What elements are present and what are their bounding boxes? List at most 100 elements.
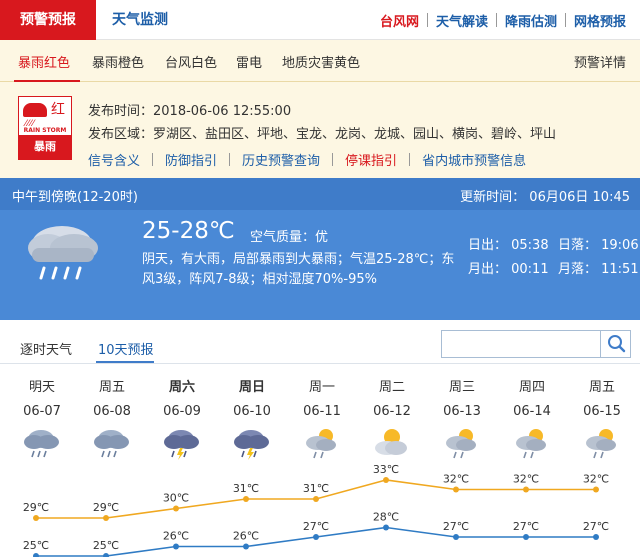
link-provincial-warnings[interactable]: 省内城市预警信息	[422, 150, 526, 169]
link-signal-meaning[interactable]: 信号含义	[88, 150, 140, 169]
tab-warning-forecast[interactable]: 预警预报	[0, 0, 96, 40]
low-temp-point	[313, 534, 319, 540]
release-area-label: 发布区域：	[88, 127, 154, 142]
moonset: 月落： 11:51	[558, 262, 639, 277]
link-grid-forecast[interactable]: 网格预报	[566, 11, 634, 30]
day-weekday: 周二	[378, 380, 405, 395]
high-temp-label: 29℃	[93, 501, 119, 514]
forecast-period: 中午到傍晚(12-20时)	[12, 190, 138, 205]
high-temp-point	[243, 496, 249, 502]
signal-en-text: RAIN STORM	[23, 127, 67, 134]
warning-tab-geo-yellow[interactable]: 地质灾害黄色	[282, 52, 360, 71]
warning-tabs: 暴雨红色 暴雨橙色 台风白色 雷电 地质灾害黄色 预警详情	[0, 40, 640, 82]
link-history-query[interactable]: 历史预警查询	[242, 150, 320, 169]
tab-weather-monitoring[interactable]: 天气监测	[112, 0, 168, 40]
tab-hourly[interactable]: 逐时天气	[20, 339, 72, 358]
low-temp-point	[173, 543, 179, 550]
rainstorm-red-signal-icon: ⁄⁄⁄⁄ 红 RAIN STORM 暴雨	[18, 96, 72, 160]
signal-level: 红	[51, 102, 65, 118]
release-area-row: 发布区域：罗湖区、盐田区、坪地、宝龙、龙岗、龙城、园山、横岗、碧岭、坪山	[88, 123, 556, 142]
link-school-closure-guide[interactable]: 停课指引	[345, 150, 397, 169]
rain-cloud-icon	[22, 426, 60, 460]
warning-details-link[interactable]: 预警详情	[574, 52, 626, 71]
signal-cn-text: 暴雨	[19, 135, 71, 159]
link-defense-guide[interactable]: 防御指引	[165, 150, 217, 169]
high-temp-label: 33℃	[373, 463, 399, 476]
sun-cloud-rain-icon	[302, 426, 340, 460]
sun-cloud-icon	[372, 426, 410, 460]
cloud-shape	[23, 103, 47, 117]
warning-links: 信号含义 防御指引 历史预警查询 停课指引 省内城市预警信息	[88, 150, 526, 169]
divider	[152, 153, 154, 166]
link-rain-estimate[interactable]: 降雨估测	[497, 11, 565, 30]
day-date: 06-14	[513, 404, 551, 419]
day-weekday: 周三	[448, 380, 475, 395]
thunder-rain-icon	[232, 426, 270, 460]
high-temp-label: 30℃	[163, 492, 189, 505]
tab-10-day[interactable]: 10天预报	[98, 339, 154, 358]
release-area-value: 罗湖区、盐田区、坪地、宝龙、龙岗、龙城、园山、横岗、碧岭、坪山	[153, 127, 557, 142]
high-temp-label: 31℃	[233, 482, 259, 495]
top-nav: 预警预报 天气监测 台风网 天气解读 降雨估测 网格预报	[0, 0, 640, 40]
high-temp-label: 29℃	[23, 501, 49, 514]
day-weekday: 周五	[98, 380, 125, 395]
air-quality: 空气质量：优	[250, 226, 328, 245]
day-date: 06-15	[583, 404, 621, 419]
moonrise: 月出： 00:11	[468, 262, 549, 277]
search-button[interactable]	[600, 331, 630, 357]
low-temp-point	[593, 534, 599, 540]
high-temp-point	[593, 486, 599, 493]
low-temp-label: 26℃	[233, 530, 259, 543]
divider	[229, 153, 231, 166]
release-time-row: 发布时间：2018-06-06 12:55:00	[88, 100, 291, 119]
low-temp-point	[523, 534, 529, 540]
warning-tab-typhoon-white[interactable]: 台风白色	[165, 52, 217, 71]
temperature-range: 25-28℃	[142, 218, 235, 244]
warning-tab-rainstorm-red[interactable]: 暴雨红色	[18, 52, 70, 71]
day-weekday: 周五	[588, 380, 615, 395]
link-weather-analysis[interactable]: 天气解读	[428, 11, 496, 30]
temperature-chart: 29℃ 29℃ 30℃ 31℃ 31℃ 33℃ 32℃ 32℃ 32℃ 25℃ 25℃ 26℃ 26℃ 2…	[23, 463, 609, 557]
warning-tab-thunder[interactable]: 雷电	[236, 52, 262, 71]
low-temp-point	[103, 553, 109, 557]
low-temp-label: 27℃	[583, 520, 609, 533]
day-date: 06-09	[163, 404, 201, 419]
low-temp-label: 27℃	[303, 520, 329, 533]
high-temp-label: 32℃	[513, 473, 539, 486]
thunder-rain-icon	[162, 426, 200, 460]
low-temp-label: 27℃	[443, 520, 469, 533]
low-temp-point	[453, 534, 459, 540]
sun-cloud-rain-icon	[442, 426, 480, 460]
low-temp-point	[383, 524, 389, 531]
warning-panel: 暴雨红色 暴雨橙色 台风白色 雷电 地质灾害黄色 预警详情 ⁄⁄⁄⁄ 红 RAI…	[0, 40, 640, 178]
top-links: 台风网 天气解读 降雨估测 网格预报	[372, 0, 634, 40]
high-temp-point	[313, 496, 319, 502]
heavy-rain-cloud-icon	[28, 226, 98, 280]
divider	[332, 153, 334, 166]
sun-cloud-rain-icon	[582, 426, 620, 460]
signal-top: ⁄⁄⁄⁄ 红 RAIN STORM	[19, 97, 71, 135]
high-temp-label: 32℃	[583, 473, 609, 486]
air-quality-value: 优	[315, 230, 329, 245]
release-time-label: 发布时间：	[88, 104, 154, 119]
sunrise: 日出： 05:38	[468, 238, 549, 253]
low-temp-label: 25℃	[23, 539, 49, 552]
high-temp-point	[383, 477, 389, 483]
air-quality-label: 空气质量：	[250, 230, 316, 245]
city-search-input[interactable]	[441, 330, 631, 358]
low-temp-label: 25℃	[93, 539, 119, 552]
day-date: 06-12	[373, 404, 411, 419]
high-temp-label: 31℃	[303, 482, 329, 495]
search-icon	[608, 335, 626, 353]
low-temp-label: 27℃	[513, 520, 539, 533]
divider	[409, 153, 411, 166]
warning-tab-rainstorm-orange[interactable]: 暴雨橙色	[92, 52, 144, 71]
weather-description: 阴天，有大雨，局部暴雨到大暴雨；气温25-28℃；东风3级，阵风7-8级；相对湿…	[142, 252, 455, 287]
link-typhoon[interactable]: 台风网	[372, 11, 427, 30]
high-temp-point	[103, 515, 109, 521]
day-date: 06-07	[23, 404, 61, 419]
rain-cloud-icon	[92, 426, 130, 460]
active-tab-underline	[96, 361, 154, 363]
low-temp-point	[33, 553, 39, 557]
day-date: 06-11	[303, 404, 341, 419]
